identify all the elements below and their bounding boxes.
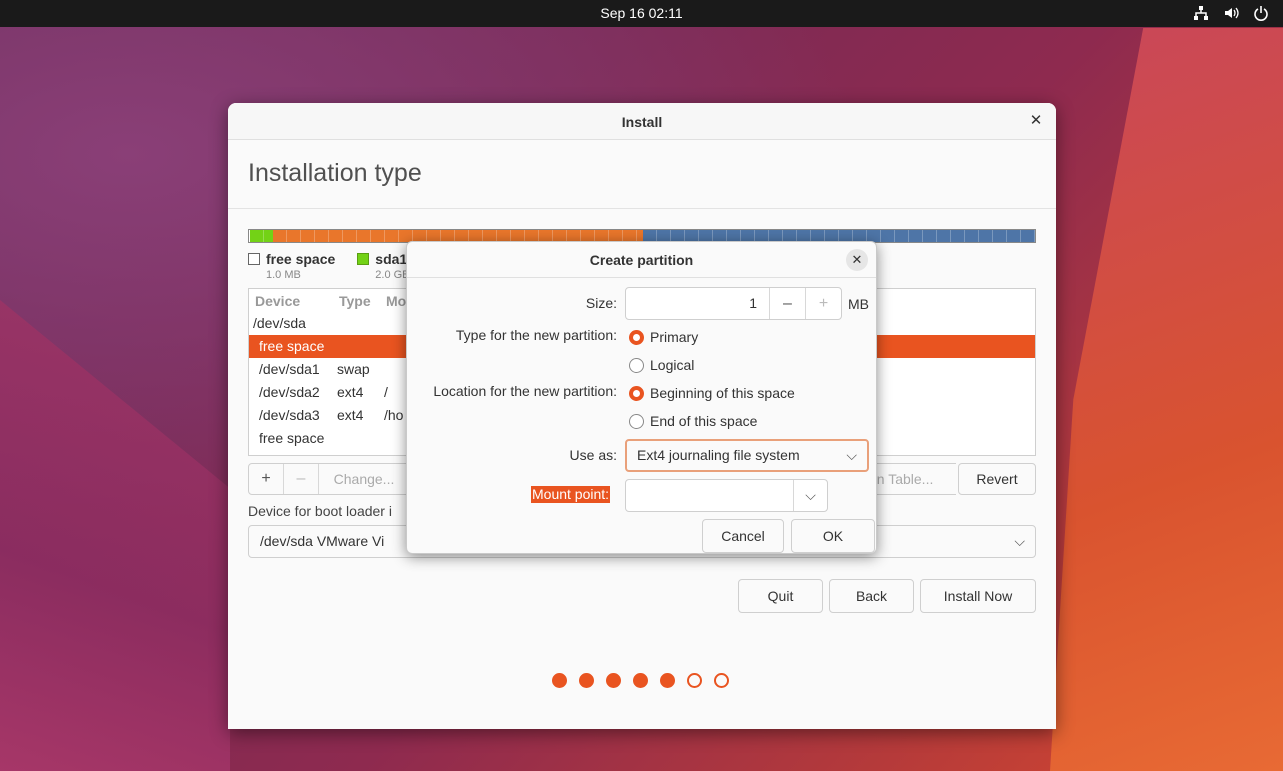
close-icon[interactable]: ✕: [1026, 111, 1046, 131]
boot-loader-label: Device for boot loader i: [248, 503, 392, 519]
network-icon[interactable]: [1193, 5, 1209, 21]
ok-button[interactable]: OK: [791, 519, 875, 553]
change-partition-button[interactable]: Change...: [319, 464, 409, 494]
radio-beginning[interactable]: Beginning of this space: [629, 385, 795, 401]
step-dot: [552, 673, 567, 688]
dialog-header: Create partition ✕: [407, 242, 876, 278]
remove-partition-button[interactable]: –: [284, 464, 319, 494]
step-dot: [633, 673, 648, 688]
progress-steps: [552, 673, 729, 688]
partition-legend: free space 1.0 MB sda1 2.0 GB: [248, 251, 410, 281]
size-input[interactable]: 1: [626, 288, 769, 319]
type-label: Type for the new partition:: [455, 327, 617, 343]
col-type[interactable]: Type: [339, 289, 386, 312]
partition-segment-sda1: [249, 230, 274, 242]
step-dot: [687, 673, 702, 688]
size-unit: MB: [848, 296, 869, 312]
col-device[interactable]: Device: [255, 289, 339, 312]
volume-icon[interactable]: [1223, 5, 1239, 21]
mount-point-label: Mount point:: [531, 486, 611, 503]
table-toolbar: + – Change...: [248, 463, 410, 495]
close-icon[interactable]: ✕: [846, 249, 868, 271]
size-stepper[interactable]: 1 – +: [625, 287, 842, 320]
back-button[interactable]: Back: [829, 579, 914, 613]
page-title: Installation type: [248, 159, 422, 187]
use-as-label: Use as:: [569, 447, 617, 463]
step-dot: [606, 673, 621, 688]
top-bar: Sep 16 02:11: [0, 0, 1283, 27]
step-dot: [579, 673, 594, 688]
chevron-down-icon: ⌵: [1014, 533, 1025, 549]
clock[interactable]: Sep 16 02:11: [0, 5, 1283, 21]
revert-button[interactable]: Revert: [958, 463, 1036, 495]
step-dot: [660, 673, 675, 688]
radio-checked-icon[interactable]: [629, 385, 644, 401]
add-partition-button[interactable]: +: [249, 464, 284, 494]
divider: [228, 208, 1056, 209]
system-tray[interactable]: [1193, 5, 1269, 21]
radio-primary[interactable]: Primary: [629, 329, 698, 345]
radio-logical[interactable]: Logical: [629, 357, 694, 373]
window-title: Install: [621, 114, 663, 130]
mount-point-input[interactable]: [626, 480, 793, 511]
power-icon[interactable]: [1253, 5, 1269, 21]
dialog-title: Create partition: [589, 252, 694, 268]
legend-item-free-space: free space 1.0 MB: [248, 251, 335, 281]
window-header: Install ✕: [228, 103, 1056, 140]
size-increase-button[interactable]: +: [805, 288, 841, 319]
col-mount[interactable]: Mo: [386, 289, 406, 312]
legend-item-sda1: sda1 2.0 GB: [357, 251, 410, 281]
radio-unchecked-icon[interactable]: [629, 413, 644, 429]
size-label: Size:: [585, 295, 617, 311]
legend-swatch: [357, 253, 370, 265]
quit-button[interactable]: Quit: [738, 579, 823, 613]
use-as-select[interactable]: Ext4 journaling file system ⌵: [625, 439, 869, 472]
radio-unchecked-icon[interactable]: [629, 357, 644, 373]
radio-checked-icon[interactable]: [629, 329, 644, 345]
chevron-down-icon[interactable]: ⌵: [793, 480, 827, 511]
chevron-down-icon: ⌵: [846, 447, 857, 463]
cancel-button[interactable]: Cancel: [702, 519, 784, 553]
radio-end[interactable]: End of this space: [629, 413, 757, 429]
size-decrease-button[interactable]: –: [769, 288, 805, 319]
legend-swatch: [248, 253, 260, 265]
location-label: Location for the new partition:: [433, 383, 617, 399]
create-partition-dialog: Create partition ✕ Size: 1 – + MB Type f…: [406, 241, 877, 554]
mount-point-combo[interactable]: ⌵: [625, 479, 828, 512]
step-dot: [714, 673, 729, 688]
install-now-button[interactable]: Install Now: [920, 579, 1036, 613]
